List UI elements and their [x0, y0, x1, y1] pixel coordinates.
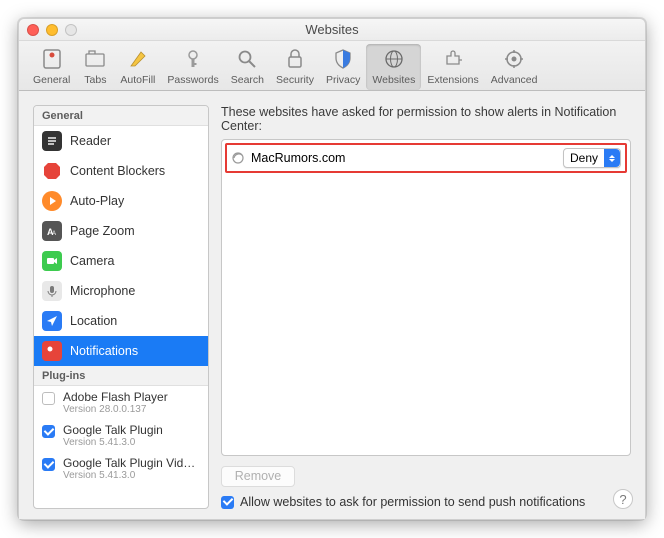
tab-passwords[interactable]: Passwords	[161, 44, 224, 90]
plugin-item[interactable]: Google Talk Plugin Vid… Version 5.41.3.0	[34, 452, 208, 485]
window-controls	[27, 24, 77, 36]
help-button[interactable]: ?	[613, 489, 633, 509]
sidebar-item-label: Auto-Play	[70, 194, 124, 208]
tab-websites[interactable]: Websites	[366, 44, 421, 90]
plugin-version: Version 5.41.3.0	[63, 470, 195, 481]
sidebar-header-plugins: Plug-ins	[34, 366, 208, 386]
sidebar-item-notifications[interactable]: Notifications	[34, 336, 208, 366]
sidebar-item-reader[interactable]: Reader	[34, 126, 208, 156]
allow-checkbox[interactable]	[221, 496, 234, 509]
sidebar-item-camera[interactable]: Camera	[34, 246, 208, 276]
tab-extensions[interactable]: Extensions	[421, 44, 484, 90]
remove-button[interactable]: Remove	[221, 466, 295, 487]
svg-text:A: A	[52, 231, 56, 237]
main-pane: These websites have asked for permission…	[221, 105, 631, 509]
extensions-icon	[440, 46, 466, 72]
website-list: MacRumors.com Deny	[221, 139, 631, 456]
website-name: MacRumors.com	[251, 151, 345, 165]
passwords-icon	[180, 46, 206, 72]
dropdown-value: Deny	[564, 151, 604, 165]
preferences-window: Websites General Tabs AutoFill Passwords…	[18, 18, 646, 520]
chevron-updown-icon	[604, 149, 620, 167]
security-icon	[282, 46, 308, 72]
sidebar: General Reader Content Blockers Auto-Pla…	[33, 105, 209, 509]
sidebar-header-general: General	[34, 106, 208, 126]
tabs-icon	[82, 46, 108, 72]
plugin-name: Google Talk Plugin Vid…	[63, 456, 195, 470]
website-row[interactable]: MacRumors.com Deny	[225, 143, 627, 173]
stop-icon	[42, 161, 62, 181]
sidebar-item-label: Location	[70, 314, 117, 328]
tab-general[interactable]: General	[27, 44, 76, 90]
sidebar-item-label: Reader	[70, 134, 111, 148]
plugin-item[interactable]: Google Talk Plugin Version 5.41.3.0	[34, 419, 208, 452]
plugin-checkbox[interactable]	[42, 458, 55, 471]
plugin-name: Google Talk Plugin	[63, 423, 163, 437]
plugin-name: Adobe Flash Player	[63, 390, 168, 404]
sidebar-item-label: Content Blockers	[70, 164, 165, 178]
favicon	[231, 151, 245, 165]
play-icon	[42, 191, 62, 211]
plugin-version: Version 28.0.0.137	[63, 404, 168, 415]
websites-icon	[381, 46, 407, 72]
minimize-button[interactable]	[46, 24, 58, 36]
zoom-button[interactable]	[65, 24, 77, 36]
tab-security[interactable]: Security	[270, 44, 320, 90]
close-button[interactable]	[27, 24, 39, 36]
permission-dropdown[interactable]: Deny	[563, 148, 621, 168]
allow-label: Allow websites to ask for permission to …	[240, 495, 585, 509]
sidebar-item-content-blockers[interactable]: Content Blockers	[34, 156, 208, 186]
sidebar-item-label: Notifications	[70, 344, 138, 358]
toolbar: General Tabs AutoFill Passwords Search S…	[19, 41, 645, 91]
body: General Reader Content Blockers Auto-Pla…	[19, 91, 645, 519]
microphone-icon	[42, 281, 62, 301]
plugin-checkbox[interactable]	[42, 392, 55, 405]
general-icon	[39, 46, 65, 72]
tab-tabs[interactable]: Tabs	[76, 44, 114, 90]
sidebar-item-label: Page Zoom	[70, 224, 135, 238]
titlebar: Websites	[19, 19, 645, 41]
tab-autofill[interactable]: AutoFill	[114, 44, 161, 90]
tab-privacy[interactable]: Privacy	[320, 44, 366, 90]
reader-icon	[42, 131, 62, 151]
sidebar-item-label: Microphone	[70, 284, 135, 298]
zoom-icon: AA	[42, 221, 62, 241]
plugin-checkbox[interactable]	[42, 425, 55, 438]
sidebar-item-auto-play[interactable]: Auto-Play	[34, 186, 208, 216]
camera-icon	[42, 251, 62, 271]
autofill-icon	[125, 46, 151, 72]
tab-search[interactable]: Search	[225, 44, 270, 90]
plugin-version: Version 5.41.3.0	[63, 437, 163, 448]
sidebar-item-microphone[interactable]: Microphone	[34, 276, 208, 306]
window-title: Websites	[305, 22, 358, 37]
privacy-icon	[330, 46, 356, 72]
tab-advanced[interactable]: Advanced	[485, 44, 544, 90]
sidebar-item-label: Camera	[70, 254, 114, 268]
allow-checkbox-row[interactable]: Allow websites to ask for permission to …	[221, 495, 631, 509]
location-icon	[42, 311, 62, 331]
sidebar-item-page-zoom[interactable]: AA Page Zoom	[34, 216, 208, 246]
plugin-item[interactable]: Adobe Flash Player Version 28.0.0.137	[34, 386, 208, 419]
advanced-icon	[501, 46, 527, 72]
search-icon	[234, 46, 260, 72]
notifications-icon	[42, 341, 62, 361]
sidebar-item-location[interactable]: Location	[34, 306, 208, 336]
description-label: These websites have asked for permission…	[221, 105, 631, 133]
